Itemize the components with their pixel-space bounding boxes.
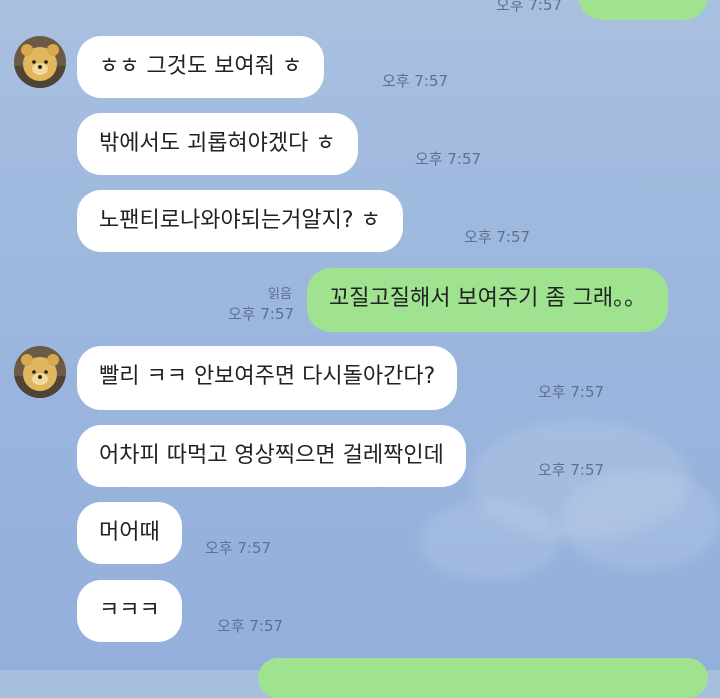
message-bubble[interactable]: 어차피 따먹고 영상찍으면 걸레짝인데 [77,425,466,487]
chat-background [0,0,720,670]
message-time: 오후 7:57 [464,228,531,246]
message-time: 오후 7:57 [382,72,449,90]
message-time: 오후 7:57 [205,539,272,557]
message-bubble-partial[interactable] [258,658,708,698]
message-time: 오후 7:57 [217,617,284,635]
message-bubble[interactable]: 밖에서도 괴롭혀야겠다 ㅎ [77,113,358,175]
background-cloud [420,500,560,580]
message-time-partial: 오후 7:57 [496,0,563,14]
message-bubble[interactable]: 빨리 ㅋㅋ 안보여주면 다시돌아간다? [77,346,458,410]
bear-plush-avatar-icon [14,346,66,398]
message-time: 오후 7:57 [228,305,295,323]
message-bubble[interactable]: ㅎㅎ 그것도 보여줘 ㅎ [77,36,325,98]
message-time: 오후 7:57 [538,383,605,401]
contact-avatar[interactable] [14,36,66,88]
message-bubble[interactable]: ㅋㅋㅋ [77,580,182,642]
message-time: 오후 7:57 [415,150,482,168]
background-cloud [560,470,720,570]
message-time: 오후 7:57 [538,461,605,479]
message-bubble-partial[interactable] [578,0,708,20]
contact-avatar[interactable] [14,346,66,398]
bear-plush-avatar-icon [14,36,66,88]
message-bubble[interactable]: 노팬티로나와야되는거알지? ㅎ [77,190,403,252]
message-bubble[interactable]: 머어때 [77,502,182,564]
message-bubble-mine[interactable]: 꼬질고질해서 보여주기 좀 그래。。 [307,268,669,332]
read-receipt: 읽음 [268,287,292,302]
